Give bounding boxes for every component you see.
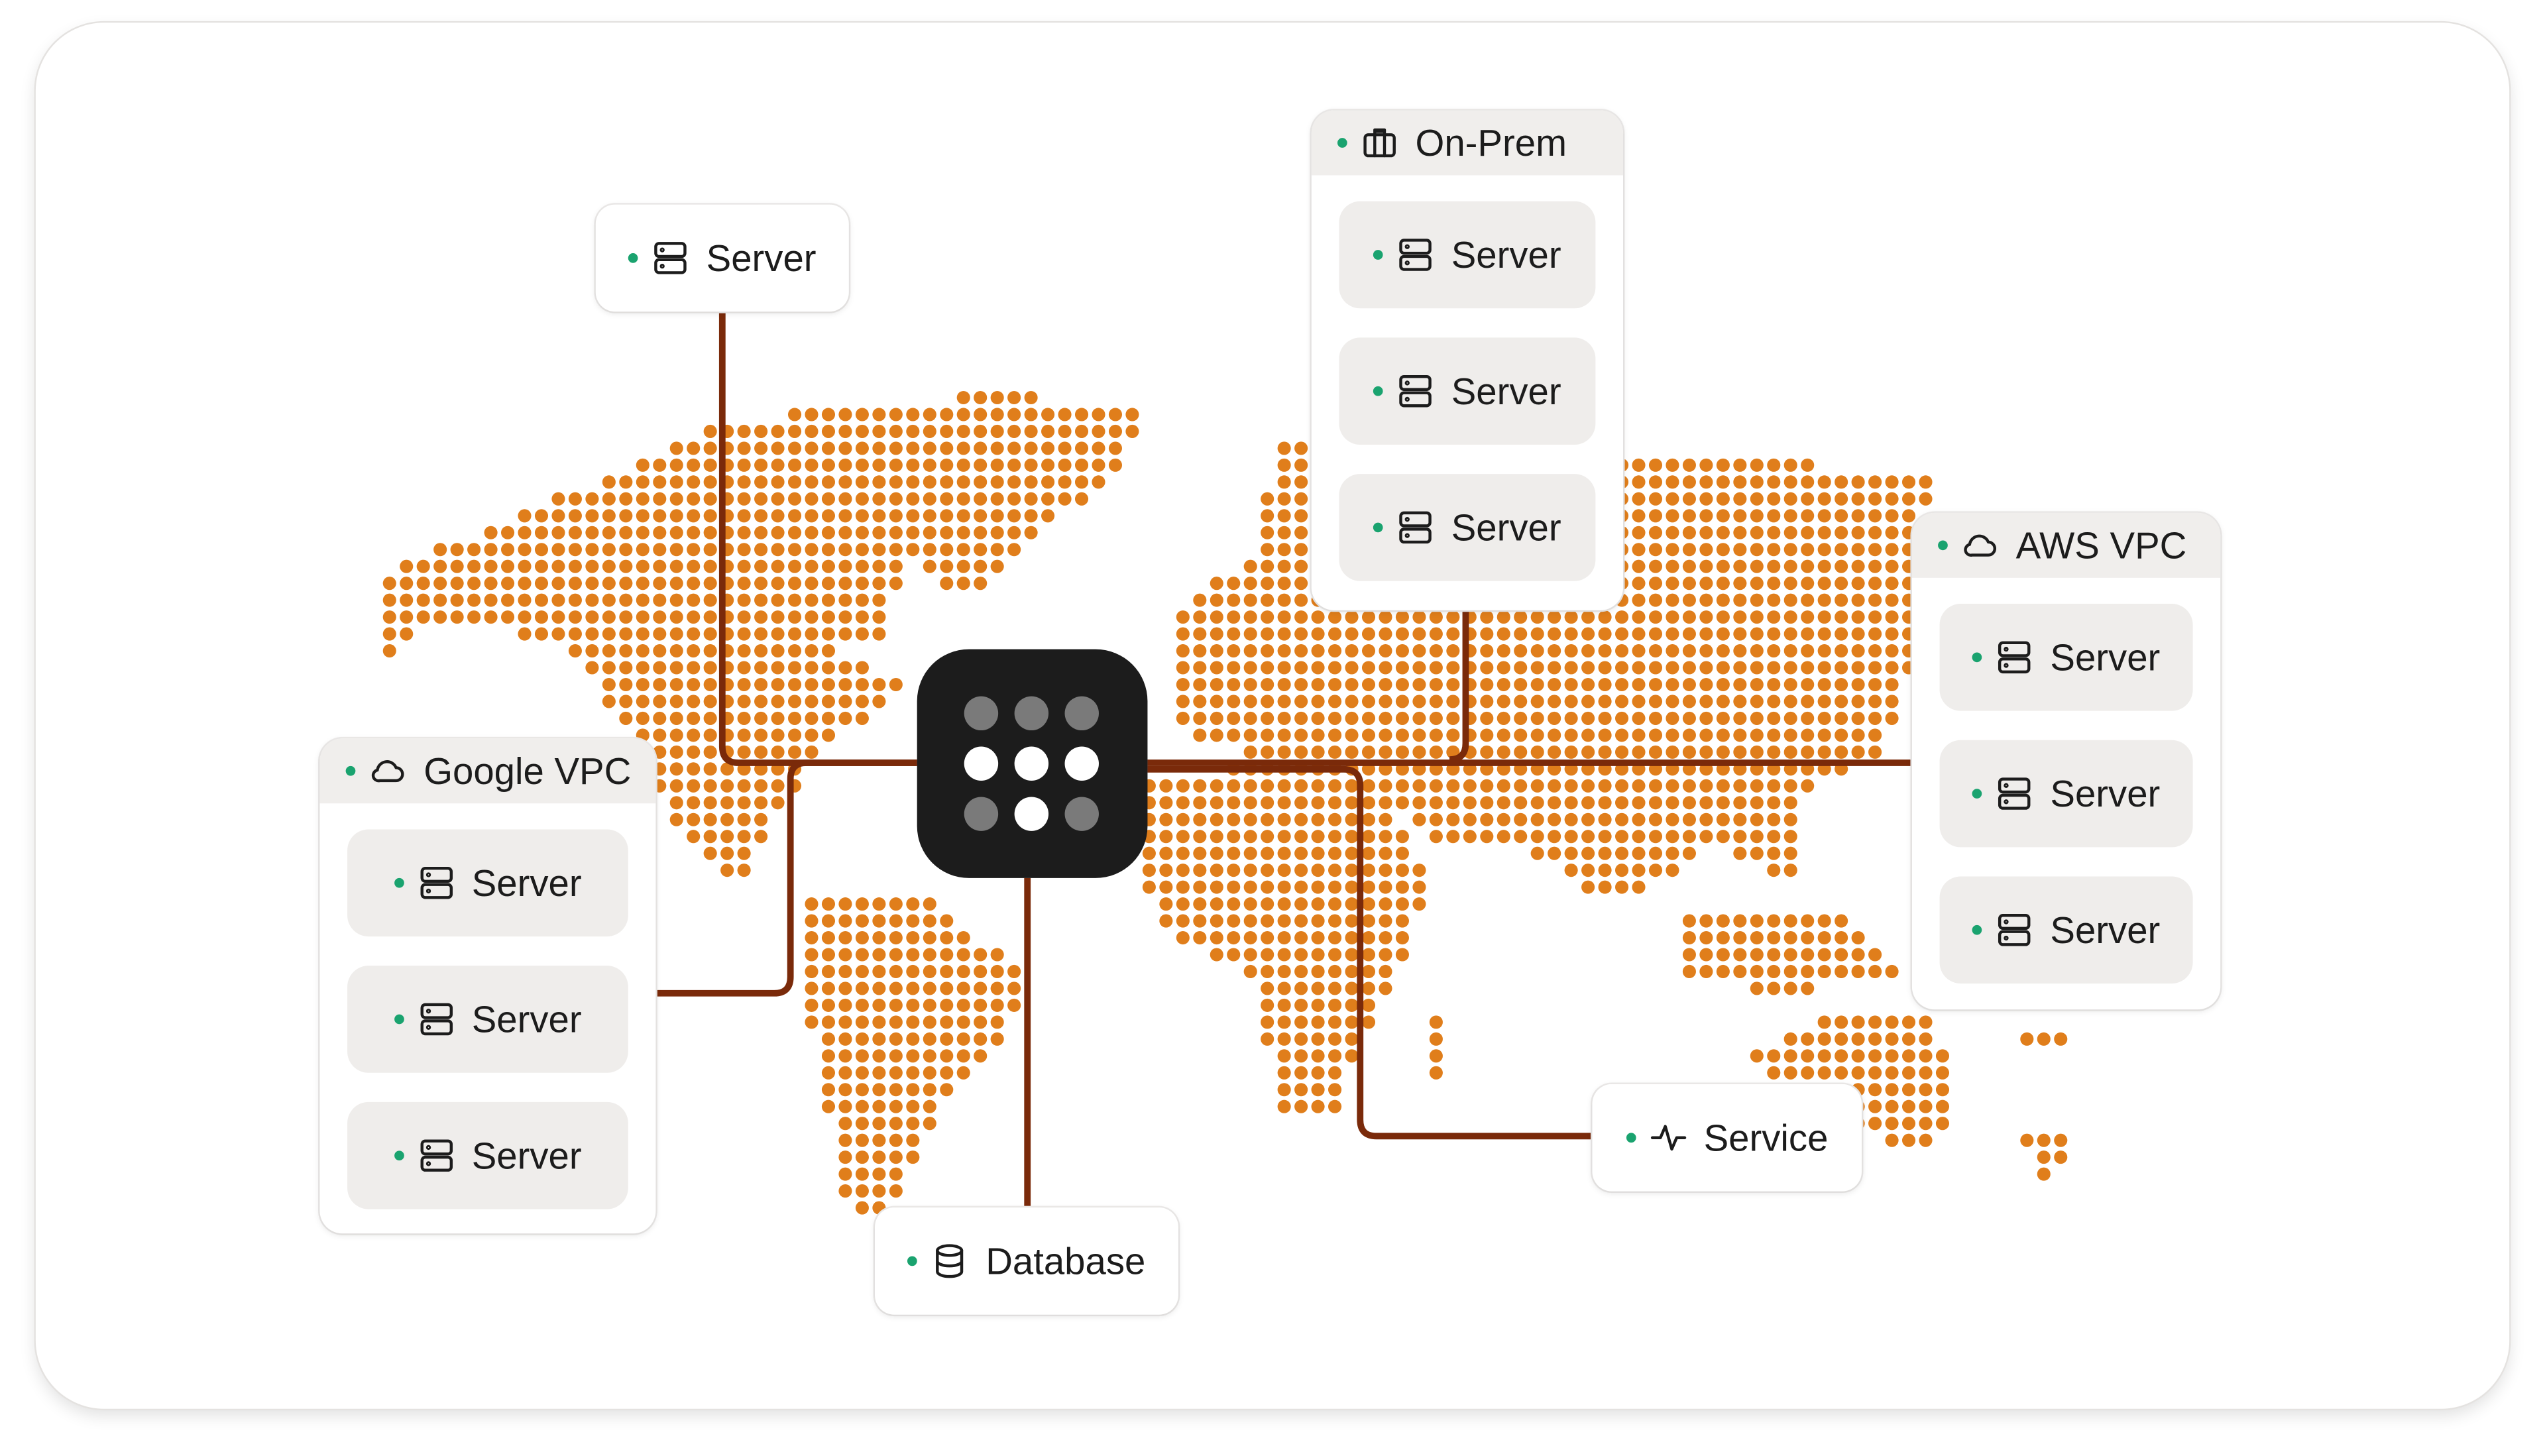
status-dot [907,1256,918,1266]
status-dot [1972,924,1982,935]
connector-google-vpc [655,759,917,997]
node-label: AWS VPC [2015,523,2187,566]
node-label: Server [706,236,817,279]
status-dot [394,877,404,888]
hub-dot [1064,696,1099,731]
node-label: Server [2050,771,2161,814]
server-item[interactable]: Server [1939,740,2193,848]
hub-dot [1064,746,1099,781]
server-item[interactable]: Server [347,966,628,1073]
hub-dot [964,797,999,831]
aws-vpc-group: AWS VPC Server Server Server [1911,512,2221,1010]
status-dot [1337,138,1347,148]
node-label: Server [2050,635,2161,678]
server-icon [1399,374,1432,408]
server-item[interactable]: Server [347,829,628,937]
hub-logo [917,649,1148,878]
status-dot [1972,652,1982,663]
status-dot [345,765,356,776]
node-label: Server [1451,233,1561,276]
server-icon [1998,777,2031,810]
node-label: Server [471,861,582,903]
hub-dot [1014,746,1049,781]
server-item[interactable]: Server [1939,604,2193,711]
hub-dot [1014,797,1049,831]
server-icon [654,242,687,274]
status-dot [394,1014,404,1025]
node-label: Server [471,1133,582,1176]
group-header[interactable]: Google VPC [319,738,656,804]
server-item[interactable]: Server [347,1101,628,1209]
building-icon [1363,128,1396,158]
node-label: Service [1703,1115,1829,1158]
node-label: Server [1451,369,1561,412]
activity-icon [1650,1125,1686,1151]
hub-dot [1064,797,1099,831]
server-item[interactable]: Server [1339,201,1596,309]
server-icon [1998,641,2031,674]
server-icon [1399,511,1432,544]
server-icon [1998,914,2031,946]
status-dot [628,253,638,263]
group-header[interactable]: AWS VPC [1911,512,2221,578]
on-prem-group: On-Prem Server Server Server [1311,110,1623,610]
server-item[interactable]: Server [1339,337,1596,445]
connector-service [1147,765,1593,1140]
connector-on-prem [1449,610,1469,763]
status-dot [394,1150,404,1161]
connector-server-top [718,311,917,766]
server-item[interactable]: Server [1339,474,1596,581]
cloud-icon [371,760,404,783]
status-dot [1938,540,1948,551]
node-label: Database [986,1239,1146,1282]
node-label: Server [2050,908,2161,950]
google-vpc-group: Google VPC Server Server Server [319,738,656,1234]
hub-dot [1014,696,1049,731]
status-dot [1373,522,1383,533]
node-label: Server [1451,505,1561,548]
node-label: Google VPC [424,749,632,791]
server-item[interactable]: Server [1939,876,2193,984]
server-icon [420,1003,453,1036]
hub-dot [964,746,999,781]
status-dot [1972,789,1982,799]
group-header[interactable]: On-Prem [1311,110,1623,176]
diagram-canvas: Server Database Service On-Prem Server Server… [0,0,2545,1456]
server-icon [420,1139,453,1172]
hub-dot [964,696,999,731]
server-icon [1399,239,1432,271]
service-node[interactable]: Service [1592,1084,1862,1192]
database-icon [936,1244,964,1278]
cloud-icon [1964,534,1997,557]
status-dot [1373,250,1383,260]
status-dot [1373,386,1383,396]
node-label: On-Prem [1415,121,1567,164]
status-dot [1626,1133,1636,1143]
database-node[interactable]: Database [875,1207,1178,1315]
node-label: Server [471,997,582,1040]
server-icon [420,867,453,899]
server-top-node[interactable]: Server [595,204,849,312]
